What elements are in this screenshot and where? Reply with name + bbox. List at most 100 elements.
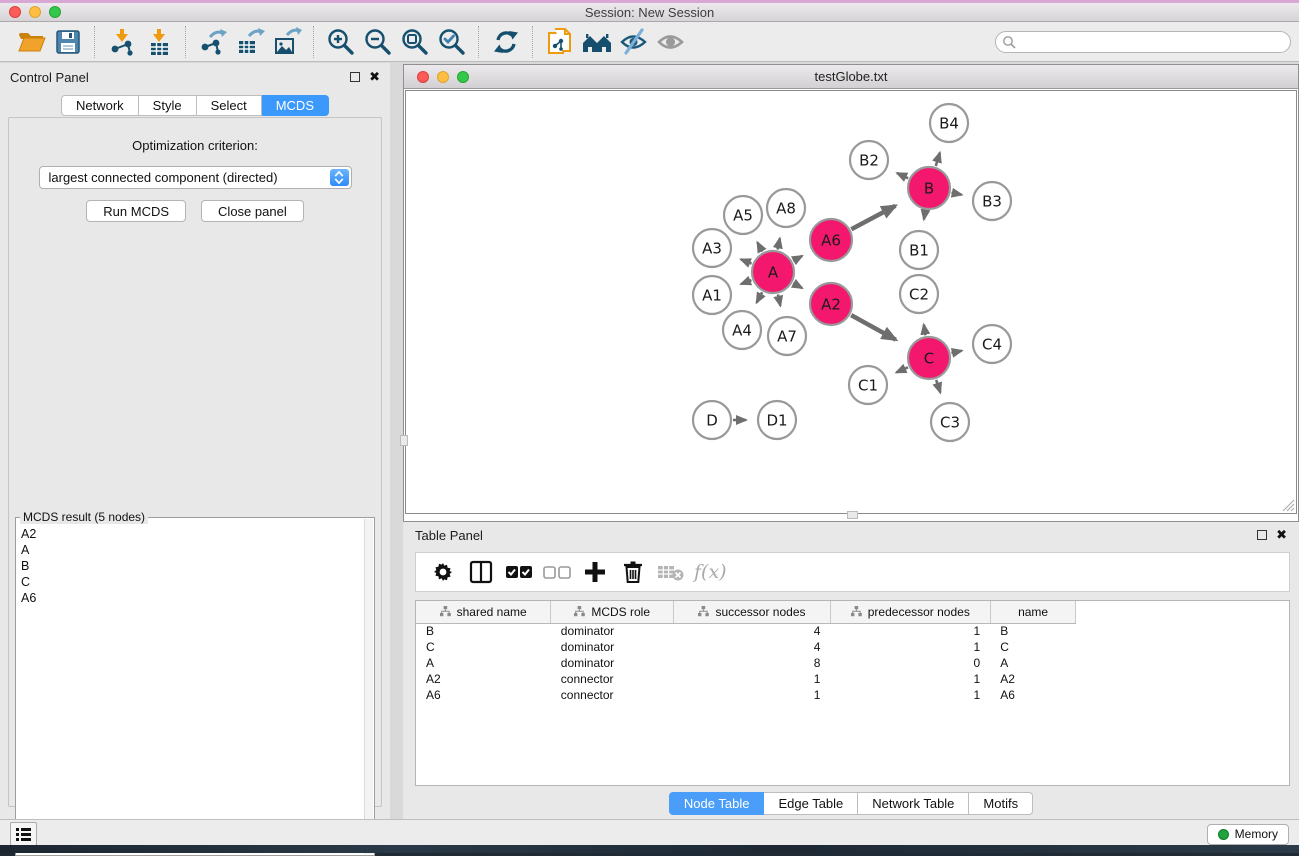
- graph-edge-A6-B[interactable]: [851, 206, 895, 229]
- export-network-button[interactable]: [194, 24, 231, 60]
- network-close-button[interactable]: [417, 71, 429, 83]
- zoom-selected-button[interactable]: [433, 24, 470, 60]
- table-row[interactable]: A2connector11A2: [416, 671, 1289, 687]
- graph-edge-A-A7[interactable]: [778, 294, 780, 305]
- table-delete-column-button[interactable]: [616, 555, 649, 589]
- table-delete-table-button[interactable]: [654, 555, 687, 589]
- graph-node-B1[interactable]: B1: [900, 231, 938, 269]
- tab-select[interactable]: Select: [197, 95, 262, 116]
- graph-node-A3[interactable]: A3: [693, 229, 731, 267]
- table-select-all-button[interactable]: [502, 555, 535, 589]
- tab-edge-table[interactable]: Edge Table: [764, 792, 858, 815]
- result-item[interactable]: C: [21, 574, 370, 590]
- tab-node-table[interactable]: Node Table: [669, 792, 765, 815]
- open-session-button[interactable]: [12, 24, 49, 60]
- tab-mcds[interactable]: MCDS: [262, 95, 329, 116]
- graph-node-A2[interactable]: A2: [810, 283, 852, 325]
- graph-edge-C-C1[interactable]: [896, 367, 908, 372]
- graph-node-A5[interactable]: A5: [724, 196, 762, 234]
- save-session-button[interactable]: [49, 24, 86, 60]
- network-zoom-button[interactable]: [457, 71, 469, 83]
- show-graphics-details-button[interactable]: [652, 24, 689, 60]
- column-header-MCDS-role[interactable]: MCDS role: [551, 601, 674, 623]
- zoom-fit-button[interactable]: [396, 24, 433, 60]
- table-add-column-button[interactable]: [578, 555, 611, 589]
- close-panel-button[interactable]: Close panel: [201, 200, 304, 222]
- network-scroll-indicator-left[interactable]: [400, 435, 408, 446]
- network-minimize-button[interactable]: [437, 71, 449, 83]
- graph-edge-A-A5[interactable]: [757, 242, 762, 251]
- close-window-button[interactable]: [9, 6, 21, 18]
- column-header-predecessor-nodes[interactable]: predecessor nodes: [830, 601, 990, 623]
- minimize-window-button[interactable]: [29, 6, 41, 18]
- result-scrollbar[interactable]: [364, 519, 373, 854]
- graph-node-A[interactable]: A: [752, 251, 794, 293]
- graph-node-C2[interactable]: C2: [900, 275, 938, 313]
- import-table-button[interactable]: [140, 24, 177, 60]
- graph-edge-C-C2[interactable]: [924, 325, 926, 336]
- tab-network-table[interactable]: Network Table: [858, 792, 969, 815]
- tab-motifs[interactable]: Motifs: [969, 792, 1033, 815]
- graph-edge-A-A6[interactable]: [793, 256, 802, 261]
- graph-edge-B-B4[interactable]: [936, 153, 940, 166]
- table-row[interactable]: A6connector11A6: [416, 687, 1289, 703]
- graph-edge-C-C4[interactable]: [951, 351, 961, 353]
- graph-node-C4[interactable]: C4: [973, 325, 1011, 363]
- column-header-name[interactable]: name: [990, 601, 1076, 623]
- graph-edge-A-A8[interactable]: [778, 238, 780, 249]
- zoom-in-button[interactable]: [322, 24, 359, 60]
- run-mcds-button[interactable]: Run MCDS: [86, 200, 186, 222]
- graph-node-A6[interactable]: A6: [810, 219, 852, 261]
- column-header-shared-name[interactable]: shared name: [416, 601, 551, 623]
- graph-edge-B-B3[interactable]: [952, 193, 962, 195]
- export-table-button[interactable]: [231, 24, 268, 60]
- memory-button[interactable]: Memory: [1207, 824, 1289, 845]
- graph-node-A7[interactable]: A7: [768, 317, 806, 355]
- zoom-out-button[interactable]: [359, 24, 396, 60]
- table-row[interactable]: Cdominator41C: [416, 639, 1289, 655]
- resize-grip[interactable]: [1280, 497, 1295, 512]
- table-row[interactable]: Bdominator41B: [416, 623, 1289, 639]
- graph-edge-A-A1[interactable]: [741, 280, 751, 284]
- network-scroll-indicator-bottom[interactable]: [847, 511, 858, 519]
- graph-node-A4[interactable]: A4: [723, 311, 761, 349]
- graph-edge-A2-C[interactable]: [851, 315, 896, 340]
- table-column-layout-button[interactable]: [464, 555, 497, 589]
- network-from-document-button[interactable]: [541, 24, 578, 60]
- table-float-panel-icon[interactable]: [1257, 530, 1267, 540]
- graph-node-B2[interactable]: B2: [850, 141, 888, 179]
- result-item[interactable]: A6: [21, 590, 370, 606]
- graph-node-C3[interactable]: C3: [931, 403, 969, 441]
- graph-node-B4[interactable]: B4: [930, 104, 968, 142]
- graph-node-B[interactable]: B: [908, 167, 950, 209]
- table-close-panel-icon[interactable]: ✖: [1276, 530, 1287, 540]
- graph-node-A8[interactable]: A8: [767, 189, 805, 227]
- table-settings-button[interactable]: [426, 555, 459, 589]
- result-item[interactable]: A2: [21, 526, 370, 542]
- refresh-view-button[interactable]: [487, 24, 524, 60]
- tab-network[interactable]: Network: [61, 95, 139, 116]
- tab-style[interactable]: Style: [139, 95, 197, 116]
- graph-node-D[interactable]: D: [693, 401, 731, 439]
- graph-node-B3[interactable]: B3: [973, 182, 1011, 220]
- graph-node-C[interactable]: C: [908, 337, 950, 379]
- graph-node-D1[interactable]: D1: [758, 401, 796, 439]
- graph-edge-C-C3[interactable]: [936, 380, 940, 393]
- graph-edge-A-A2[interactable]: [793, 283, 802, 288]
- zoom-window-button[interactable]: [49, 6, 61, 18]
- table-deselect-all-button[interactable]: [540, 555, 573, 589]
- hide-graphics-details-button[interactable]: [615, 24, 652, 60]
- search-input[interactable]: [995, 31, 1291, 53]
- graph-edge-B-B1[interactable]: [924, 211, 925, 220]
- export-image-button[interactable]: [268, 24, 305, 60]
- import-network-button[interactable]: [103, 24, 140, 60]
- graph-edge-A-A3[interactable]: [741, 259, 752, 263]
- table-row[interactable]: Adominator80A: [416, 655, 1289, 671]
- column-header-successor-nodes[interactable]: successor nodes: [674, 601, 831, 623]
- graph-node-C1[interactable]: C1: [849, 366, 887, 404]
- result-item[interactable]: B: [21, 558, 370, 574]
- function-builder-button[interactable]: f(x): [694, 561, 727, 583]
- result-item[interactable]: A: [21, 542, 370, 558]
- network-canvas[interactable]: B4B2BB3A5A8A6B1A3AA1C2A2A4A7CC4C1C3DD1: [405, 90, 1297, 514]
- float-panel-icon[interactable]: [350, 72, 360, 82]
